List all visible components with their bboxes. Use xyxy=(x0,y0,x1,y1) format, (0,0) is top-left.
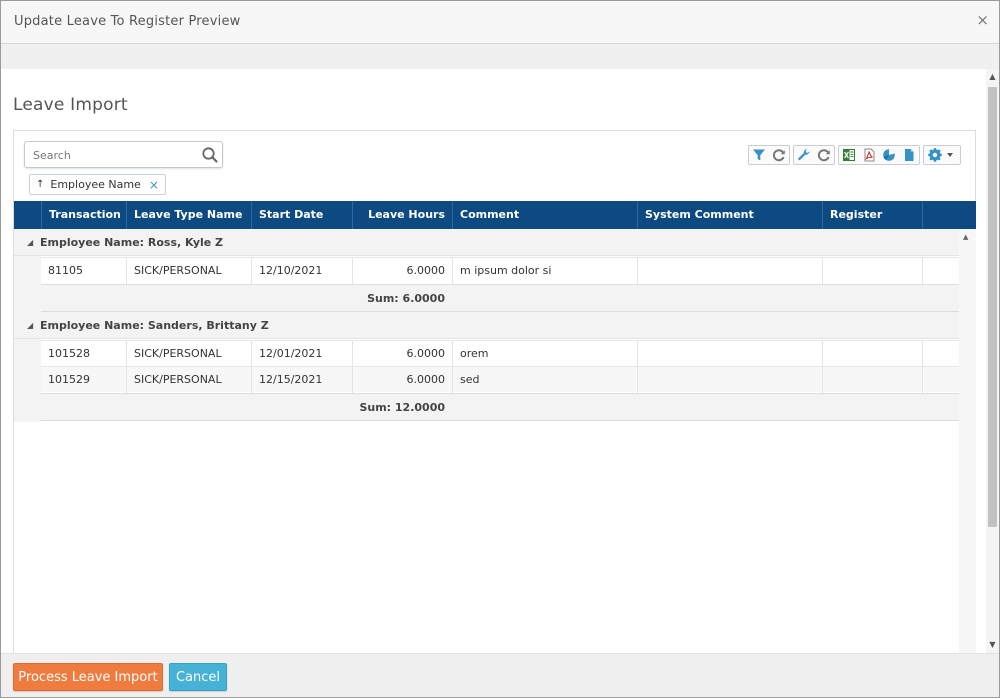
cell-start-date: 12/10/2021 xyxy=(251,258,352,284)
column-header-system-comment[interactable]: System Comment xyxy=(637,201,822,229)
dialog-scrollbar[interactable]: ▲ ▼ xyxy=(986,69,999,653)
cell-system-comment xyxy=(637,341,822,367)
table-row[interactable]: 101528 SICK/PERSONAL 12/01/2021 6.0000 o… xyxy=(41,340,959,367)
group-sum: Sum: 12.0000 xyxy=(359,401,445,414)
document-icon[interactable] xyxy=(899,146,919,164)
column-header-leave-type-name[interactable]: Leave Type Name xyxy=(126,201,251,229)
group-sum: Sum: 6.0000 xyxy=(367,292,445,305)
dialog-header: Update Leave To Register Preview × xyxy=(1,1,999,44)
search-input[interactable] xyxy=(33,147,198,163)
header-gap xyxy=(1,44,999,69)
filter-icon[interactable] xyxy=(749,146,769,164)
sort-up-icon: ↑ xyxy=(36,179,45,190)
column-header-start-date[interactable]: Start Date xyxy=(251,201,352,229)
grouping-chip-label: Employee Name xyxy=(50,178,141,191)
grid-body: ◢ Employee Name: Ross, Kyle Z 81105 SICK… xyxy=(14,229,959,653)
cell-register xyxy=(822,367,922,393)
cell-leave-hours: 6.0000 xyxy=(352,367,452,393)
search-box xyxy=(24,141,223,168)
cancel-button[interactable]: Cancel xyxy=(169,663,227,691)
column-header-register[interactable]: Register xyxy=(822,201,922,229)
cell-transaction: 81105 xyxy=(48,264,83,277)
group-indent xyxy=(14,256,41,312)
process-leave-import-button[interactable]: Process Leave Import xyxy=(13,663,163,691)
grid-panel: ↑ Employee Name × xyxy=(13,130,976,653)
chart-icon[interactable] xyxy=(879,146,899,164)
group-row[interactable]: ◢ Employee Name: Sanders, Brittany Z xyxy=(14,312,959,339)
column-header-comment[interactable]: Comment xyxy=(452,201,637,229)
close-icon[interactable]: × xyxy=(976,13,989,28)
cell-comment: orem xyxy=(452,341,637,367)
cell-system-comment xyxy=(637,258,822,284)
page-title: Leave Import xyxy=(13,95,128,115)
cell-leave-hours: 6.0000 xyxy=(352,341,452,367)
cell-system-comment xyxy=(637,367,822,393)
grouping-chip[interactable]: ↑ Employee Name × xyxy=(29,174,166,195)
cell-start-date: 12/15/2021 xyxy=(251,367,352,393)
cell-leave-type: SICK/PERSONAL xyxy=(126,341,251,367)
toolbar-group-export xyxy=(838,145,920,165)
wrench-icon[interactable] xyxy=(794,146,814,164)
scroll-up-icon[interactable]: ▲ xyxy=(986,69,999,85)
toolbar-group-settings xyxy=(923,145,961,165)
group-row[interactable]: ◢ Employee Name: Ross, Kyle Z xyxy=(14,229,959,256)
scroll-down-icon[interactable]: ▼ xyxy=(986,637,999,653)
toolbar-group-tools xyxy=(793,145,835,165)
grid-toolbar xyxy=(748,145,961,165)
grid-header-scroll-gap xyxy=(959,201,976,229)
cell-leave-hours: 6.0000 xyxy=(352,258,452,284)
cell-start-date: 12/01/2021 xyxy=(251,341,352,367)
remove-grouping-icon[interactable]: × xyxy=(149,178,159,192)
group-sum-row: Sum: 12.0000 xyxy=(41,393,959,421)
table-row[interactable]: 101529 SICK/PERSONAL 12/15/2021 6.0000 s… xyxy=(41,366,959,393)
cell-register xyxy=(822,341,922,367)
pdf-export-icon[interactable] xyxy=(859,146,879,164)
cell-transaction: 101529 xyxy=(48,373,90,386)
search-icon[interactable] xyxy=(200,145,220,165)
scrollbar-thumb[interactable] xyxy=(988,87,997,527)
cell-comment: sed xyxy=(452,367,637,393)
excel-export-icon[interactable] xyxy=(839,146,859,164)
toolbar-group-filter xyxy=(748,145,790,165)
collapse-triangle-icon[interactable]: ◢ xyxy=(27,238,33,247)
group-sum-row: Sum: 6.0000 xyxy=(41,284,959,312)
cell-register xyxy=(822,258,922,284)
scroll-up-icon[interactable]: ▲ xyxy=(963,233,968,241)
column-header-extra xyxy=(922,201,959,229)
cell-extra xyxy=(922,367,959,393)
group-indent xyxy=(14,339,41,422)
cell-leave-type: SICK/PERSONAL xyxy=(126,258,251,284)
cell-transaction: 101528 xyxy=(48,347,90,360)
refresh-icon[interactable] xyxy=(769,146,789,164)
dialog-title: Update Leave To Register Preview xyxy=(14,14,241,29)
cell-extra xyxy=(922,258,959,284)
cell-leave-type: SICK/PERSONAL xyxy=(126,367,251,393)
column-header-leave-hours[interactable]: Leave Hours xyxy=(352,201,452,229)
group-label: Employee Name: Sanders, Brittany Z xyxy=(40,319,269,332)
group-label: Employee Name: Ross, Kyle Z xyxy=(40,236,224,249)
grid-scrollbar[interactable]: ▲ xyxy=(959,229,976,653)
dialog: Update Leave To Register Preview × Leave… xyxy=(0,0,1000,698)
dialog-content: Leave Import ↑ Employee Name × xyxy=(1,69,986,653)
collapse-triangle-icon[interactable]: ◢ xyxy=(27,321,33,330)
grid-header: Transaction Leave Type Name Start Date L… xyxy=(14,201,959,229)
reset-icon[interactable] xyxy=(814,146,834,164)
settings-icon[interactable] xyxy=(924,146,960,164)
cell-comment: m ipsum dolor si xyxy=(452,258,637,284)
dialog-footer: Process Leave Import Cancel xyxy=(1,653,999,697)
table-row[interactable]: 81105 SICK/PERSONAL 12/10/2021 6.0000 m … xyxy=(41,257,959,284)
cell-extra xyxy=(922,341,959,367)
column-header-transaction[interactable]: Transaction xyxy=(41,201,126,229)
